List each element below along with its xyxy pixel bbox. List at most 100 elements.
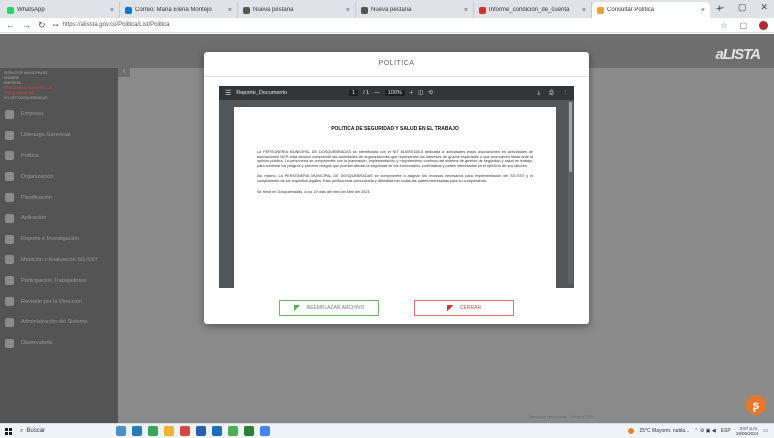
document-paragraph: Así mismo, La PERSONERIA MUNICIPAL DE DO… <box>257 174 533 183</box>
extensions-icon[interactable]: ▢ <box>739 21 747 30</box>
zoom-out-icon[interactable]: — <box>374 90 380 96</box>
more-options-icon[interactable]: ⋮ <box>563 90 569 97</box>
tab-close-icon[interactable]: × <box>582 7 586 14</box>
tab-label: Informe_condicion_de_cuenta <box>489 7 570 13</box>
browser-tab[interactable]: Nueva pestaña × <box>356 2 474 18</box>
sidebar-item[interactable]: Aplicación <box>0 208 118 229</box>
windows-start-icon[interactable] <box>0 427 16 435</box>
url-text: https://alissta.gov.co/Politica/List/Pol… <box>62 22 170 28</box>
clock-date: 19/06/2024 <box>735 431 759 436</box>
app-icon[interactable] <box>180 426 190 436</box>
profile-avatar[interactable] <box>759 20 768 30</box>
pdf-page: POLITICA DE SEGURIDAD Y SALUD EN EL TRAB… <box>234 107 556 288</box>
app-icon[interactable] <box>196 426 206 436</box>
sidebar-item-label: Organización <box>21 173 54 180</box>
tab-close-icon[interactable]: × <box>701 7 705 14</box>
app-icon[interactable] <box>148 426 158 436</box>
zoom-in-icon[interactable]: + <box>410 90 413 96</box>
pdf-doc-name: Reporte_Documento <box>236 90 288 96</box>
browser-tab[interactable]: Nueva pestaña × <box>238 2 356 18</box>
sidebar-item[interactable]: Revisión por la Dirección <box>0 291 118 312</box>
tab-favicon-icon <box>7 6 14 14</box>
close-file-icon <box>446 304 454 312</box>
sidebar-toggle-button[interactable]: ‹ <box>118 67 130 77</box>
sidebar-item-label: Politica <box>21 152 39 159</box>
print-icon[interactable]: ⎙ <box>549 90 553 97</box>
language-indicator[interactable]: ESP <box>721 428 731 434</box>
clock[interactable]: 3:57 p.m. 19/06/2024 <box>736 426 759 436</box>
org-icon <box>5 172 14 182</box>
chat-button[interactable]: ʂ <box>746 395 766 415</box>
sidebar-item[interactable]: Reporte e Investigación <box>0 229 118 250</box>
tab-close-icon[interactable]: × <box>110 7 114 14</box>
reload-icon[interactable]: ↻ <box>38 20 46 31</box>
site-info-icon[interactable]: ⊶ <box>53 22 59 29</box>
url-field[interactable]: ⊶ https://alissta.gov.co/Politica/List/P… <box>53 22 170 29</box>
politica-modal: POLITICA ☰ Reporte_Documento 1 / 1 — 100… <box>204 52 589 324</box>
tab-favicon-icon <box>243 6 250 14</box>
weather-text[interactable]: 25°C Mayorm. nubla... <box>639 428 689 434</box>
rotate-icon[interactable]: ⟲ <box>428 90 433 96</box>
sidebar-item-label: Administración del Sistema <box>21 319 88 326</box>
app-icon[interactable] <box>132 426 142 436</box>
sidebar-item[interactable]: Medición y Evaluación SG-SST <box>0 250 118 271</box>
tab-favicon-icon <box>361 6 368 14</box>
forward-icon[interactable]: → <box>22 20 31 30</box>
folder-icon[interactable] <box>164 426 174 436</box>
sidebar-item-label: Revisión por la Dirección <box>21 298 82 305</box>
star-icon[interactable]: ☆ <box>720 21 727 30</box>
sidebar-item[interactable]: Observatorio <box>0 333 118 354</box>
sidebar-item[interactable]: Participación Trabajadores <box>0 270 118 291</box>
admin-icon <box>5 317 14 327</box>
tab-favicon-icon <box>479 6 486 14</box>
browser-tab[interactable]: Consultar Política × <box>592 2 710 18</box>
sidebar-item[interactable]: Administración del Sistema <box>0 312 118 333</box>
pdf-viewer: ☰ Reporte_Documento 1 / 1 — 100% + ◫ ⟲ ⤓… <box>219 86 574 288</box>
tab-favicon-icon <box>125 6 132 14</box>
tab-label: WhatsApp <box>17 7 45 13</box>
sidebar-item[interactable]: Organización <box>0 166 118 187</box>
pdf-menu-icon[interactable]: ☰ <box>225 89 231 97</box>
tray-icons[interactable]: ⌃ ⚙ ▣ ◀ <box>694 428 715 434</box>
pdf-page-input[interactable]: 1 <box>349 90 359 96</box>
pdf-page-total: / 1 <box>363 90 370 96</box>
taskbar-apps <box>116 426 270 436</box>
taskbar-search[interactable]: ⌕ Buscar <box>16 426 86 437</box>
excel-icon[interactable] <box>244 426 254 436</box>
sidebar-item-label: Aplicación <box>21 215 47 222</box>
replace-file-button[interactable]: REEMPLAZAR ARCHIVO <box>279 300 379 316</box>
sidebar-item[interactable]: Liderazgo Gerencial <box>0 125 118 146</box>
chrome-icon[interactable] <box>260 426 270 436</box>
app-icon[interactable] <box>116 426 126 436</box>
minimize-icon[interactable]: – <box>719 2 724 13</box>
tab-label: Consultar Política <box>607 7 655 13</box>
document-paragraph: La PERSONERIA MUNICIPAL DE DOSQUEBRADAS … <box>257 150 533 168</box>
fit-page-icon[interactable]: ◫ <box>418 90 423 96</box>
footer-text: Derechos reservados · Version 2024 <box>529 414 594 419</box>
sidebar-item-label: Participación Trabajadores <box>21 277 87 284</box>
download-icon[interactable]: ⤓ <box>538 90 540 97</box>
app-icon[interactable] <box>212 426 222 436</box>
tab-label: Nueva pestaña <box>253 7 294 13</box>
maximize-icon[interactable]: ▢ <box>738 2 747 13</box>
tab-close-icon[interactable]: × <box>464 7 468 14</box>
notifications-icon[interactable]: ▭ <box>763 428 768 434</box>
tab-close-icon[interactable]: × <box>228 7 232 14</box>
sidebar-item[interactable]: Politica <box>0 146 118 167</box>
browser-tab[interactable]: Informe_condicion_de_cuenta × <box>474 2 592 18</box>
weather-icon <box>628 428 635 434</box>
pdf-zoom-value[interactable]: 100% <box>384 90 405 96</box>
close-window-icon[interactable]: ✕ <box>760 2 768 13</box>
browser-tab[interactable]: WhatsApp × <box>2 2 120 18</box>
modal-title: POLITICA <box>378 60 415 67</box>
sidebar-item[interactable]: Planificación <box>0 187 118 208</box>
tab-close-icon[interactable]: × <box>346 7 350 14</box>
pdf-scroll-thumb[interactable] <box>569 102 572 172</box>
chrome-icon[interactable] <box>228 426 238 436</box>
address-bar: ← → ↻ ⊶ https://alissta.gov.co/Politica/… <box>0 18 774 33</box>
close-button[interactable]: CERRAR <box>414 300 514 316</box>
sidebar-item[interactable]: Empresa <box>0 104 118 125</box>
browser-tab[interactable]: Correo: Maria Elena Montejo × <box>120 2 238 18</box>
back-icon[interactable]: ← <box>6 20 15 30</box>
chart-icon <box>5 255 14 265</box>
